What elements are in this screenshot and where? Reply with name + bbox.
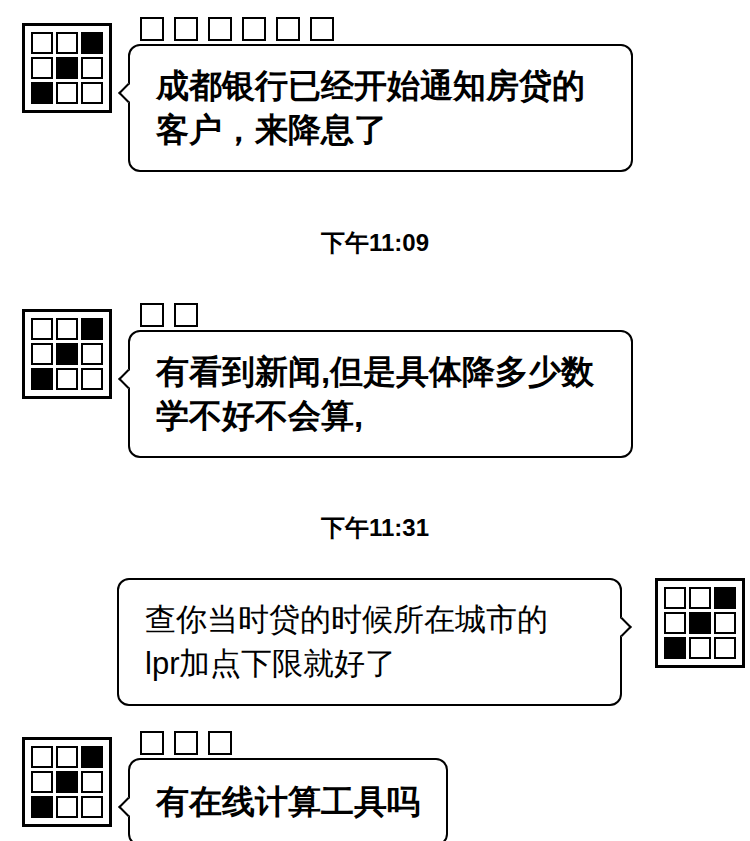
nickname-block [140,303,164,327]
message-row: 有看到新闻,但是具体降多少数学不好不会算, [0,301,750,458]
avatar-icon[interactable] [22,309,112,399]
nickname [128,15,633,41]
nickname-block [174,17,198,41]
avatar-icon[interactable] [22,737,112,827]
chat-screen: 成都银行已经开始通知房贷的客户，来降息了下午11:09 有看到新闻,但是具体降多少… [0,0,750,841]
nickname-block [140,731,164,755]
nickname-block [276,17,300,41]
avatar-icon[interactable] [655,578,745,668]
message-text: lpr加点下限就好了 [145,642,594,686]
nickname-block [174,303,198,327]
message-text: 有看到新闻,但是具体降多少数 [156,350,605,394]
nickname [128,729,448,755]
message-bubble[interactable]: 有看到新闻,但是具体降多少数学不好不会算, [128,330,633,458]
message-bubble[interactable]: 查你当时贷的时候所在城市的lpr加点下限就好了 [117,578,622,706]
message-text: 查你当时贷的时候所在城市的 [145,598,594,642]
message-text: 客户，来降息了 [156,108,605,152]
nickname-block [242,17,266,41]
bubble-tail [118,83,138,103]
message-row: 查你当时贷的时候所在城市的lpr加点下限就好了 [0,578,750,706]
bubble-tail [612,617,632,637]
bubble-tail [118,797,138,817]
avatar-icon[interactable] [22,23,112,113]
message-row: 成都银行已经开始通知房贷的客户，来降息了 [0,15,750,172]
nickname-block [174,731,198,755]
nickname-block [310,17,334,41]
nickname-block [140,17,164,41]
nickname-block [208,17,232,41]
message-bubble[interactable]: 有在线计算工具吗 [128,758,448,841]
message-text: 成都银行已经开始通知房贷的 [156,64,605,108]
message-row: 有在线计算工具吗 [0,729,750,841]
bubble-tail [118,369,138,389]
message-text: 学不好不会算, [156,394,605,438]
nickname [128,301,633,327]
message-text: 有在线计算工具吗 [156,780,420,824]
timestamp: 下午11:09 [0,228,750,258]
message-bubble[interactable]: 成都银行已经开始通知房贷的客户，来降息了 [128,44,633,172]
nickname-block [208,731,232,755]
timestamp: 下午11:31 [0,513,750,543]
